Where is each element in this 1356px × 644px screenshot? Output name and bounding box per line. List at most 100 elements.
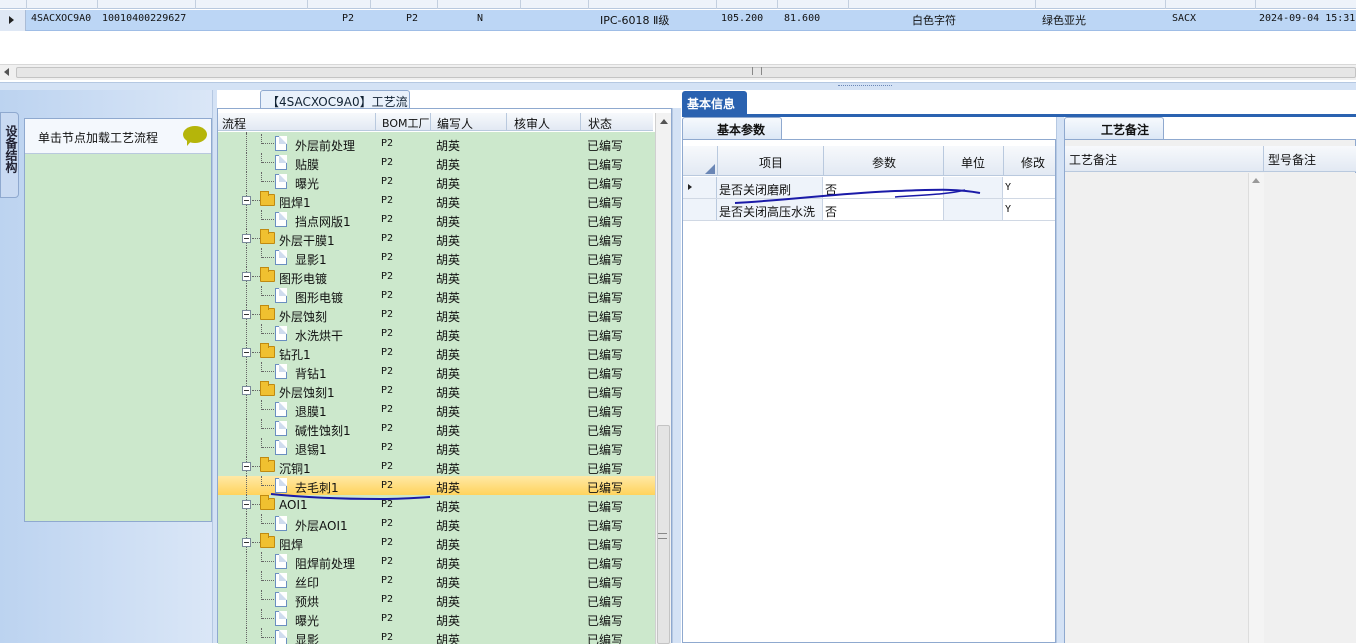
tree-line bbox=[246, 571, 247, 590]
modify-cell: Y bbox=[1005, 182, 1012, 193]
horizontal-scrollbar[interactable] bbox=[0, 64, 1356, 80]
tree-vertical-scrollbar[interactable] bbox=[655, 113, 671, 644]
collapse-icon[interactable] bbox=[242, 538, 251, 547]
col-header-param[interactable]: 参数 bbox=[872, 154, 896, 171]
tree-row[interactable]: 钻孔1 P2 胡英 已编写 bbox=[218, 343, 655, 362]
col-header-item[interactable]: 项目 bbox=[759, 154, 783, 171]
col-header-modify[interactable]: 修改 bbox=[1021, 154, 1045, 171]
collapse-icon[interactable] bbox=[242, 234, 251, 243]
tree-row[interactable]: 退锡1 P2 胡英 已编写 bbox=[218, 438, 655, 457]
tree-line bbox=[246, 438, 247, 457]
tree-row[interactable]: 图形电镀 P2 胡英 已编写 bbox=[218, 267, 655, 286]
tree-row[interactable]: 外层蚀刻1 P2 胡英 已编写 bbox=[218, 381, 655, 400]
param-row[interactable]: 是否关闭磨刷 否 Y bbox=[683, 177, 1055, 199]
splitter[interactable] bbox=[1056, 117, 1064, 643]
col-header-status[interactable]: 状态 bbox=[588, 115, 612, 132]
scroll-up-arrow-icon[interactable] bbox=[660, 119, 668, 124]
col-header-process-notes[interactable]: 工艺备注 bbox=[1069, 151, 1117, 168]
tab-equipment-structure[interactable]: 设备结构 bbox=[0, 112, 19, 198]
col-header-model-notes[interactable]: 型号备注 bbox=[1268, 151, 1316, 168]
tree-row[interactable]: 显影1 P2 胡英 已编写 bbox=[218, 248, 655, 267]
notes-scrollbar[interactable] bbox=[1248, 173, 1264, 643]
tab-basic-info[interactable]: 基本信息 bbox=[682, 91, 747, 114]
tab-basic-params[interactable]: 基本参数 bbox=[682, 117, 782, 139]
writer-cell: 胡英 bbox=[436, 424, 461, 438]
notes-header: 工艺备注 型号备注 bbox=[1065, 146, 1356, 172]
tree-row[interactable]: 退膜1 P2 胡英 已编写 bbox=[218, 400, 655, 419]
bom-cell: P2 bbox=[381, 404, 394, 415]
tree-node-label: 退锡1 bbox=[295, 443, 327, 457]
tree-row[interactable]: 碱性蚀刻1 P2 胡英 已编写 bbox=[218, 419, 655, 438]
tree-row[interactable]: 外层AOI1 P2 胡英 已编写 bbox=[218, 514, 655, 533]
tree-row[interactable]: 背钻1 P2 胡英 已编写 bbox=[218, 362, 655, 381]
param-cell[interactable]: 否 bbox=[825, 203, 837, 220]
bom-cell: P2 bbox=[381, 575, 394, 586]
cell: 2024-09-04 15:31 bbox=[1259, 13, 1356, 24]
tree-row[interactable]: 去毛刺1 P2 胡英 已编写 bbox=[218, 476, 655, 495]
param-cell[interactable]: 否 bbox=[825, 181, 837, 198]
status-cell: 已编写 bbox=[587, 576, 624, 590]
document-icon bbox=[275, 288, 287, 303]
folder-icon bbox=[260, 191, 275, 206]
splitter[interactable] bbox=[0, 82, 1356, 90]
collapse-icon[interactable] bbox=[242, 272, 251, 281]
row-header bbox=[683, 177, 717, 198]
col-header-reviewer[interactable]: 核审人 bbox=[514, 115, 550, 132]
tree-row[interactable]: 预烘 P2 胡英 已编写 bbox=[218, 590, 655, 609]
tree-row[interactable]: 阻焊 P2 胡英 已编写 bbox=[218, 533, 655, 552]
collapse-icon[interactable] bbox=[242, 462, 251, 471]
tab-process-notes[interactable]: 工艺备注 bbox=[1064, 117, 1164, 139]
col-header-bom[interactable]: BOM工厂 bbox=[382, 115, 430, 131]
tree-row[interactable]: 图形电镀 P2 胡英 已编写 bbox=[218, 286, 655, 305]
tree-row[interactable]: 贴膜 P2 胡英 已编写 bbox=[218, 153, 655, 172]
tree-line bbox=[246, 514, 247, 533]
bom-cell: P2 bbox=[381, 214, 394, 225]
item-cell: 是否关闭高压水洗 bbox=[719, 205, 816, 219]
bom-cell: P2 bbox=[381, 309, 394, 320]
collapse-icon[interactable] bbox=[242, 196, 251, 205]
tree-row[interactable]: 曝光 P2 胡英 已编写 bbox=[218, 172, 655, 191]
collapse-icon[interactable] bbox=[242, 310, 251, 319]
scroll-thumb[interactable] bbox=[16, 67, 1356, 78]
collapse-icon[interactable] bbox=[242, 500, 251, 509]
status-cell: 已编写 bbox=[587, 424, 624, 438]
left-panel: 设备结构 单击节点加载工艺流程 bbox=[0, 90, 217, 643]
unit-cell[interactable] bbox=[943, 177, 1003, 198]
model-notes-textarea[interactable] bbox=[1264, 173, 1356, 643]
scroll-left-arrow-icon[interactable] bbox=[4, 68, 9, 76]
tree-row[interactable]: 显影 P2 胡英 已编写 bbox=[218, 628, 655, 644]
tree-row[interactable]: 阻焊前处理 P2 胡英 已编写 bbox=[218, 552, 655, 571]
writer-cell: 胡英 bbox=[436, 633, 461, 644]
param-row[interactable]: 是否关闭高压水洗否 Y bbox=[683, 199, 1055, 221]
current-row-arrow-icon bbox=[688, 184, 692, 190]
tab-label: 设备结构 bbox=[4, 125, 18, 173]
tree-row[interactable]: AOI1 P2 胡英 已编写 bbox=[218, 495, 655, 514]
tree-line bbox=[246, 172, 247, 191]
tree-row[interactable]: 水洗烘干 P2 胡英 已编写 bbox=[218, 324, 655, 343]
cell: P2 bbox=[342, 13, 355, 24]
collapse-icon[interactable] bbox=[242, 386, 251, 395]
tree-row[interactable]: 曝光 P2 胡英 已编写 bbox=[218, 609, 655, 628]
splitter[interactable] bbox=[672, 108, 681, 643]
tree-row[interactable]: 外层前处理 P2 胡英 已编写 bbox=[218, 134, 655, 153]
process-flow-title-tab[interactable]: 【4SACXOC9A0】工艺流程 bbox=[260, 90, 410, 126]
tree-row[interactable]: 挡点网版1 P2 胡英 已编写 bbox=[218, 210, 655, 229]
params-grid: 项目 参数 单位 修改 是否关闭磨刷否 Y 是否关闭高压水洗否 Y bbox=[682, 139, 1056, 643]
unit-cell[interactable] bbox=[943, 199, 1003, 220]
writer-cell: 胡英 bbox=[436, 291, 461, 305]
col-header-flow[interactable]: 流程 bbox=[222, 115, 246, 132]
tree-row[interactable]: 阻焊1 P2 胡英 已编写 bbox=[218, 191, 655, 210]
col-header-unit[interactable]: 单位 bbox=[961, 154, 985, 171]
cell: 81.600 bbox=[784, 13, 821, 24]
document-icon bbox=[275, 212, 287, 227]
tree-row[interactable]: 丝印 P2 胡英 已编写 bbox=[218, 571, 655, 590]
tree-row[interactable]: 外层蚀刻 P2 胡英 已编写 bbox=[218, 305, 655, 324]
tree-line bbox=[246, 419, 247, 438]
collapse-icon[interactable] bbox=[242, 348, 251, 357]
col-header-writer[interactable]: 编写人 bbox=[437, 115, 473, 132]
tree-row[interactable]: 外层干膜1 P2 胡英 已编写 bbox=[218, 229, 655, 248]
tree-row[interactable]: 沉铜1 P2 胡英 已编写 bbox=[218, 457, 655, 476]
writer-cell: 胡英 bbox=[436, 614, 461, 628]
process-notes-textarea[interactable] bbox=[1065, 173, 1264, 643]
top-grid-selected-row[interactable]: 4SACXOC9A0 10010400229627 P2 P2 N IPC-60… bbox=[0, 10, 1356, 31]
